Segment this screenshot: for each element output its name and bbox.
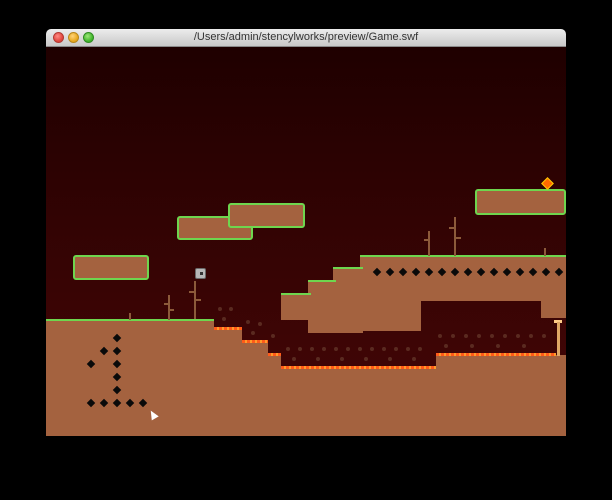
exit-door xyxy=(557,322,560,356)
pebble xyxy=(477,334,481,338)
pebble xyxy=(388,357,392,361)
dead-tree xyxy=(544,248,546,256)
pebble xyxy=(470,344,474,348)
ledge-block xyxy=(360,255,566,301)
ground xyxy=(214,329,242,436)
lava-strip xyxy=(242,340,268,343)
ground xyxy=(436,355,566,436)
tree-branch xyxy=(195,299,201,301)
game-window: /Users/admin/stencylworks/preview/Game.s… xyxy=(46,29,566,436)
tree-branch xyxy=(424,239,429,241)
ground xyxy=(268,355,281,436)
pebble xyxy=(218,307,222,311)
tree-branch xyxy=(164,303,169,305)
pebble xyxy=(418,347,422,351)
pebble xyxy=(358,347,362,351)
lava-strip xyxy=(214,327,242,330)
pebble xyxy=(334,347,338,351)
pebble xyxy=(464,334,468,338)
ground xyxy=(281,368,436,436)
pebble xyxy=(438,334,442,338)
pebble xyxy=(258,322,262,326)
lava-strip xyxy=(281,366,436,369)
pebble xyxy=(490,334,494,338)
lava-strip xyxy=(436,353,556,356)
pebble xyxy=(522,344,526,348)
pebble xyxy=(412,357,416,361)
floating-platform xyxy=(73,255,149,280)
title-bar: /Users/admin/stencylworks/preview/Game.s… xyxy=(46,29,566,47)
pebble xyxy=(451,334,455,338)
pebble xyxy=(496,344,500,348)
pebble xyxy=(222,317,226,321)
dead-tree xyxy=(168,295,170,320)
lava-strip xyxy=(268,353,281,356)
pebble xyxy=(370,347,374,351)
ledge-block xyxy=(281,293,311,320)
gem-icon xyxy=(541,177,554,190)
pebble xyxy=(292,357,296,361)
floating-platform xyxy=(228,203,305,228)
tree-branch xyxy=(455,237,461,239)
ground xyxy=(242,342,268,436)
pebble xyxy=(346,347,350,351)
ledge-block xyxy=(541,299,566,318)
window-title: /Users/admin/stencylworks/preview/Game.s… xyxy=(193,31,419,43)
pebble xyxy=(246,320,250,324)
pebble xyxy=(406,347,410,351)
pebble xyxy=(229,307,233,311)
pebble xyxy=(322,347,326,351)
tree-branch xyxy=(449,227,455,229)
pebble xyxy=(298,347,302,351)
pebble xyxy=(444,344,448,348)
pebble xyxy=(340,357,344,361)
pebble xyxy=(382,347,386,351)
player-block xyxy=(195,268,206,279)
floating-platform xyxy=(475,189,566,215)
ledge-block xyxy=(308,299,421,331)
dead-tree xyxy=(129,313,131,320)
dead-tree xyxy=(428,231,430,256)
pebble xyxy=(529,334,533,338)
pebble xyxy=(251,331,255,335)
pebble xyxy=(286,347,290,351)
game-stage[interactable] xyxy=(46,47,566,436)
pebble xyxy=(542,334,546,338)
pebble xyxy=(364,357,368,361)
pebble xyxy=(516,334,520,338)
tree-branch xyxy=(169,309,174,311)
pebble xyxy=(316,357,320,361)
tree-branch xyxy=(189,291,195,293)
pebble xyxy=(394,347,398,351)
pebble xyxy=(271,334,275,338)
pebble xyxy=(310,347,314,351)
ground xyxy=(46,319,214,436)
pebble xyxy=(503,334,507,338)
